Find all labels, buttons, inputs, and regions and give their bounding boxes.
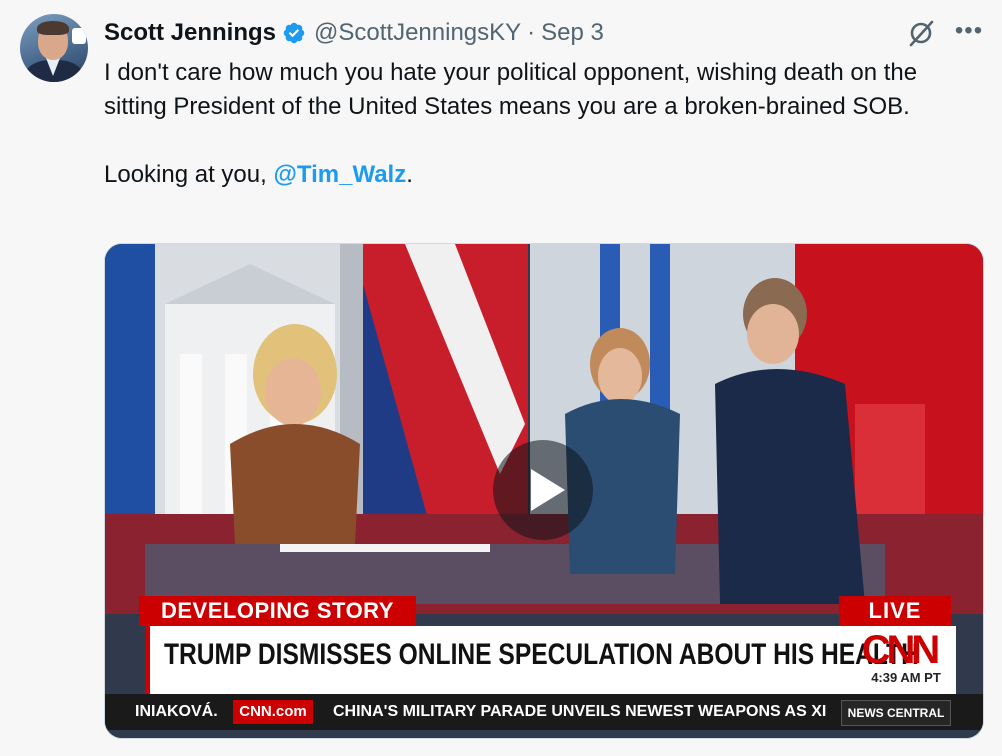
tweet-text: I don't care how much you hate your poli… <box>104 56 984 192</box>
tweet-prefix-text: Looking at you, <box>104 161 274 188</box>
tweet-header: Scott Jennings @ScottJenningsKY · Sep 3 <box>104 17 604 49</box>
tweet-body-line: I don't care how much you hate your poli… <box>104 59 918 120</box>
separator-dot: · <box>527 19 536 46</box>
headline-text: TRUMP DISMISSES ONLINE SPECULATION ABOUT… <box>164 638 919 671</box>
avatar-hair <box>37 21 69 35</box>
play-icon[interactable] <box>493 440 593 540</box>
live-badge: LIVE <box>839 596 951 626</box>
cnn-com-badge: CNN.com <box>233 700 313 724</box>
broadcast-time: 4:39 AM PT <box>871 670 941 685</box>
mention-link[interactable]: @Tim_Walz <box>273 161 406 188</box>
tweet-body-mention-line: Looking at you, @Tim_Walz. <box>104 158 984 192</box>
author-avatar[interactable] <box>20 14 88 82</box>
tweet-date[interactable]: Sep 3 <box>541 19 604 47</box>
verified-badge-icon[interactable] <box>282 21 306 45</box>
tweet-suffix-text: . <box>406 161 413 188</box>
video-player[interactable]: DEVELOPING STORY LIVE TRUMP DISMISSES ON… <box>104 243 984 739</box>
ticker-left-text: INIAKOVÁ. <box>135 703 218 720</box>
news-ticker: INIAKOVÁ. CNN.com CHINA'S MILITARY PARAD… <box>105 694 983 730</box>
grok-icon[interactable] <box>906 18 936 48</box>
ticker-crawl-text: CHINA'S MILITARY PARADE UNVEILS NEWEST W… <box>333 703 827 720</box>
avatar-cnn-badge-icon <box>72 28 86 44</box>
author-name[interactable]: Scott Jennings <box>104 19 276 47</box>
more-options-icon[interactable]: ••• <box>952 14 986 48</box>
developing-story-banner: DEVELOPING STORY <box>139 596 416 626</box>
news-central-tag: NEWS CENTRAL <box>841 700 951 726</box>
headline-chyron: TRUMP DISMISSES ONLINE SPECULATION ABOUT… <box>145 626 956 694</box>
cnn-logo: CNN <box>861 628 941 672</box>
author-handle[interactable]: @ScottJenningsKY <box>314 19 521 47</box>
